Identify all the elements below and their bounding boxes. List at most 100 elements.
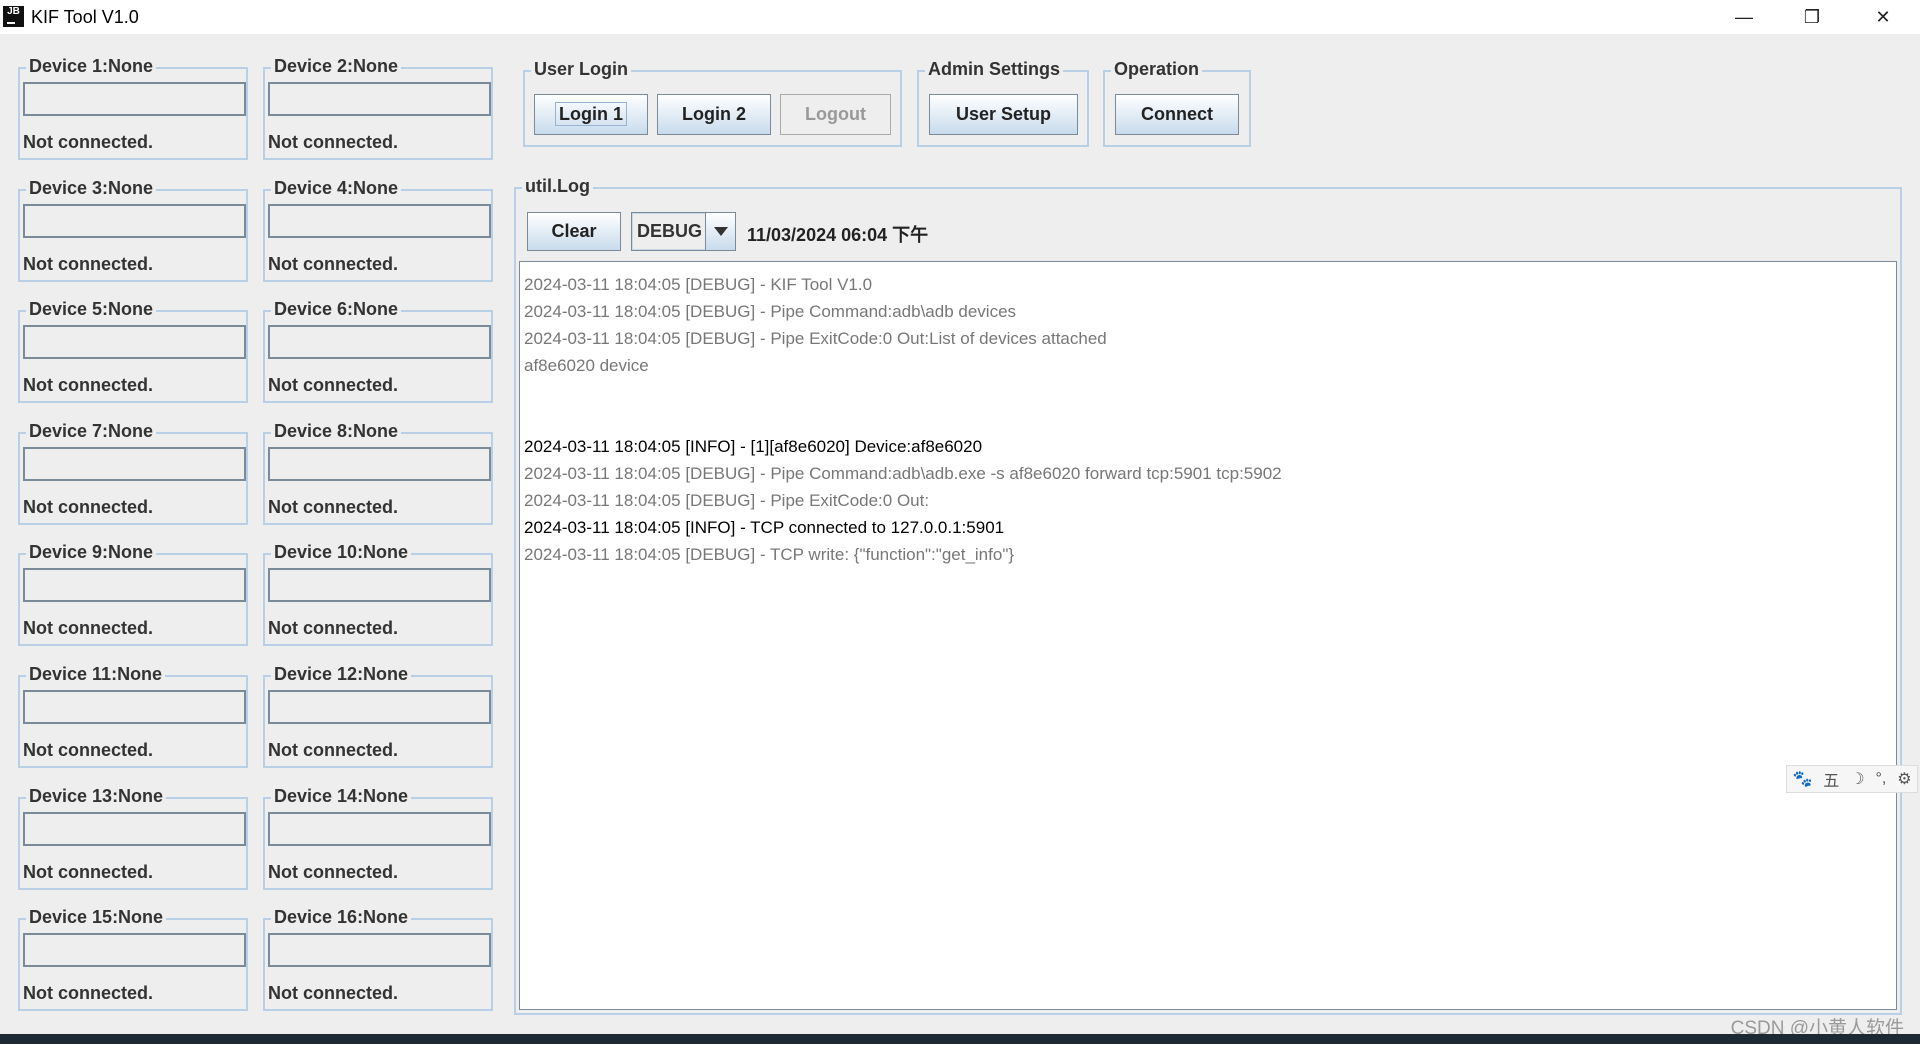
log-line: 2024-03-11 18:04:05 [INFO] - [1][af8e602… (524, 437, 983, 456)
log-line: 2024-03-11 18:04:05 [INFO] - TCP connect… (524, 518, 1005, 537)
device-field[interactable] (268, 933, 491, 968)
device-field[interactable] (268, 811, 491, 846)
login-2-button[interactable]: Login 2 (657, 94, 771, 135)
device-field[interactable] (23, 933, 246, 968)
device-title: Device 2:None (271, 56, 402, 77)
device-16-group: Device 16:None Not connected. (263, 907, 493, 1012)
device-6-group: Device 6:None Not connected. (263, 299, 493, 404)
device-title: Device 11:None (26, 664, 166, 685)
wubi-icon[interactable]: 五 (1823, 767, 1839, 791)
device-status: Not connected. (268, 983, 399, 1004)
device-status: Not connected. (23, 253, 154, 274)
device-title: Device 6:None (271, 299, 402, 321)
device-status: Not connected. (23, 496, 154, 517)
group-title: Operation (1111, 59, 1203, 80)
log-output[interactable]: 2024-03-11 18:04:05 [DEBUG] - KIF Tool V… (519, 261, 1897, 1010)
device-status: Not connected. (268, 496, 399, 517)
connect-button[interactable]: Connect (1115, 94, 1239, 135)
device-title: Device 13:None (26, 785, 167, 807)
device-title: Device 10:None (271, 542, 412, 564)
device-title: Device 14:None (271, 785, 412, 807)
user-setup-button[interactable]: User Setup (929, 94, 1078, 135)
device-3-group: Device 3:None Not connected. (18, 177, 248, 282)
log-line: af8e6020 device (524, 356, 649, 375)
device-status: Not connected. (268, 253, 399, 274)
device-15-group: Device 15:None Not connected. (18, 907, 248, 1012)
device-11-group: Device 11:None Not connected. (18, 664, 248, 768)
logout-button[interactable]: Logout (780, 94, 891, 135)
device-9-group: Device 9:None Not connected. (18, 542, 248, 647)
device-title: Device 4:None (271, 177, 402, 199)
device-7-group: Device 7:None Not connected. (18, 420, 248, 525)
moon-icon[interactable]: ☽ (1850, 769, 1864, 789)
log-line: 2024-03-11 18:04:05 [DEBUG] - Pipe ExitC… (524, 329, 1107, 348)
paw-icon[interactable]: 🐾 (1792, 769, 1812, 789)
device-13-group: Device 13:None Not connected. (18, 785, 248, 890)
device-title: Device 7:None (26, 420, 157, 442)
device-field[interactable] (268, 325, 491, 360)
window-title: KIF Tool V1.0 (31, 7, 139, 27)
minimize-button[interactable]: — (1716, 0, 1772, 34)
app-logo-icon: JB (3, 6, 24, 27)
device-status: Not connected. (23, 375, 154, 396)
device-field[interactable] (268, 446, 491, 481)
device-status: Not connected. (268, 861, 399, 882)
log-level-select[interactable]: DEBUG (631, 212, 736, 251)
restore-button[interactable]: ❐ (1784, 0, 1840, 34)
device-10-group: Device 10:None Not connected. (263, 542, 493, 647)
button-label: Login 1 (555, 102, 627, 126)
device-12-group: Device 12:None Not connected. (263, 664, 493, 768)
device-title: Device 5:None (26, 299, 157, 321)
log-level-value: DEBUG (632, 213, 706, 250)
group-title: Admin Settings (925, 59, 1064, 80)
login-1-button[interactable]: Login 1 (534, 94, 648, 135)
device-14-group: Device 14:None Not connected. (263, 785, 493, 890)
device-4-group: Device 4:None Not connected. (263, 177, 493, 282)
device-title: Device 16:None (271, 907, 412, 929)
device-status: Not connected. (268, 375, 399, 396)
chevron-down-icon[interactable] (705, 213, 735, 250)
device-field[interactable] (23, 325, 246, 360)
clear-log-button[interactable]: Clear (527, 212, 621, 251)
log-line: 2024-03-11 18:04:05 [DEBUG] - Pipe Comma… (524, 302, 1017, 321)
group-title: util.Log (522, 176, 593, 197)
device-field[interactable] (23, 690, 246, 724)
log-line: 2024-03-11 18:04:05 [DEBUG] - Pipe ExitC… (524, 491, 930, 510)
close-button[interactable]: ✕ (1855, 0, 1911, 34)
title-bar: JB KIF Tool V1.0 — ❐ ✕ (0, 0, 1920, 34)
device-field[interactable] (23, 811, 246, 846)
device-5-group: Device 5:None Not connected. (18, 299, 248, 404)
taskbar (0, 1034, 1920, 1044)
log-line: 2024-03-11 18:04:05 [DEBUG] - Pipe Comma… (524, 464, 1282, 483)
device-field[interactable] (23, 568, 246, 603)
datetime-label: 11/03/2024 06:04 下午 (747, 225, 929, 245)
device-field[interactable] (23, 203, 246, 238)
device-status: Not connected. (23, 740, 154, 760)
device-field[interactable] (268, 203, 491, 238)
device-title: Device 9:None (26, 542, 157, 564)
device-field[interactable] (23, 446, 246, 481)
device-field[interactable] (23, 82, 246, 116)
device-title: Device 1:None (26, 56, 157, 77)
device-status: Not connected. (23, 983, 154, 1004)
gear-icon[interactable]: ⚙ (1897, 769, 1911, 789)
device-status: Not connected. (23, 861, 154, 882)
device-status: Not connected. (268, 740, 399, 760)
device-field[interactable] (268, 568, 491, 603)
device-field[interactable] (268, 690, 491, 724)
device-status: Not connected. (23, 618, 154, 639)
device-status: Not connected. (268, 132, 399, 152)
device-field[interactable] (268, 82, 491, 116)
device-title: Device 3:None (26, 177, 157, 199)
device-title: Device 12:None (271, 664, 412, 685)
log-line: 2024-03-11 18:04:05 [DEBUG] - KIF Tool V… (524, 275, 873, 294)
device-2-group: Device 2:None Not connected. (263, 56, 493, 160)
punctuation-icon[interactable]: °, (1875, 770, 1886, 788)
device-title: Device 15:None (26, 907, 167, 929)
ime-toolbar: 🐾 五 ☽ °, ⚙ (1786, 765, 1918, 793)
log-line: 2024-03-11 18:04:05 [DEBUG] - TCP write:… (524, 545, 1015, 564)
device-title: Device 8:None (271, 420, 402, 442)
device-1-group: Device 1:None Not connected. (18, 56, 248, 160)
